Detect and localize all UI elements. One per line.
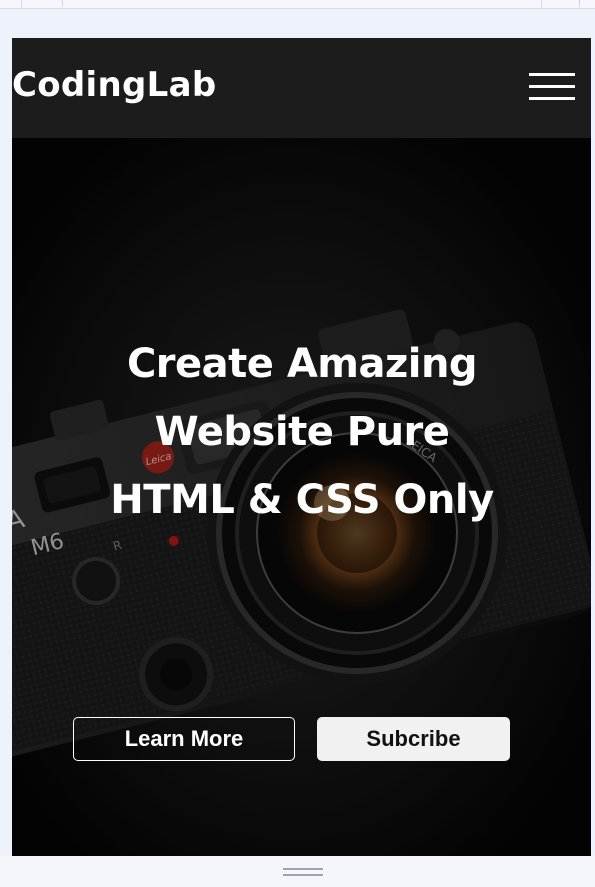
learn-more-button[interactable]: Learn More: [73, 717, 295, 761]
brand-logo[interactable]: CodingLab: [12, 65, 217, 105]
menu-bar: [529, 85, 575, 88]
divider: [21, 0, 22, 7]
divider: [579, 0, 580, 7]
hero-section: Leica EICA M6 R LEICA Create Amazing Web…: [12, 138, 591, 856]
hero-headline: Create Amazing Website Pure HTML & CSS O…: [110, 341, 494, 523]
menu-bar: [529, 73, 575, 76]
divider: [541, 0, 542, 7]
divider: [62, 0, 63, 7]
resize-handle-icon[interactable]: [283, 868, 323, 876]
handle-line: [283, 868, 323, 870]
navbar: CodingLab: [12, 38, 591, 138]
hamburger-menu-icon[interactable]: [529, 72, 577, 104]
subscribe-button[interactable]: Subcribe: [317, 717, 510, 761]
handle-line: [283, 874, 323, 876]
website-preview: CodingLab Leica EICA M6 R LEICA Create A…: [12, 38, 591, 856]
browser-top-strip: [0, 0, 595, 9]
menu-bar: [529, 97, 575, 100]
